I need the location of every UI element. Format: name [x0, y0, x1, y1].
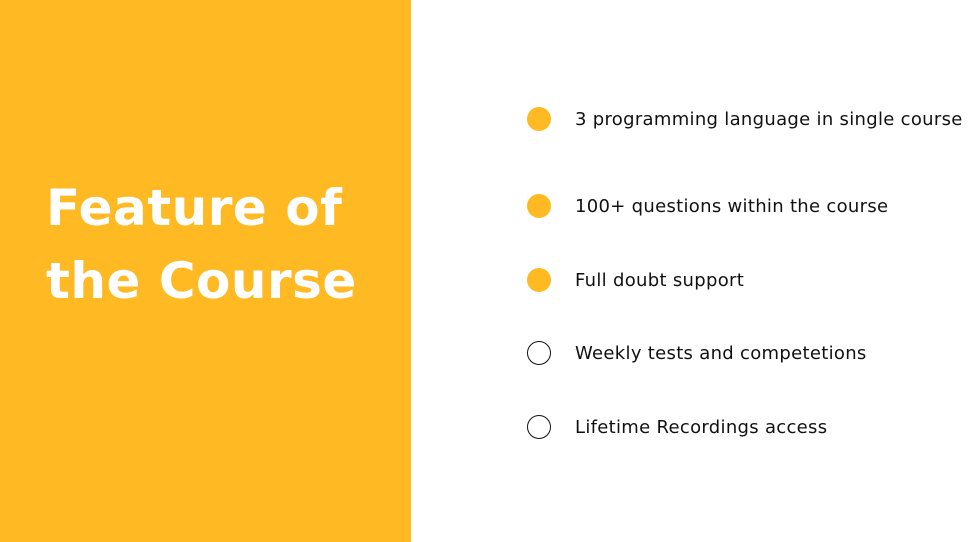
hollow-circle-bullet-icon — [527, 415, 551, 439]
feature-text: Weekly tests and competetions — [575, 342, 867, 364]
feature-text: 100+ questions within the course — [575, 195, 889, 217]
filled-circle-bullet-icon — [527, 268, 551, 292]
title-line-2: the Course — [46, 252, 357, 310]
feature-item: Lifetime Recordings access — [527, 414, 827, 440]
title-line-1: Feature of — [46, 179, 343, 237]
feature-text: Lifetime Recordings access — [575, 416, 828, 438]
feature-text: Full doubt support — [575, 269, 745, 291]
feature-item: 100+ questions within the course — [527, 193, 888, 219]
hollow-circle-bullet-icon — [527, 341, 551, 365]
filled-circle-bullet-icon — [527, 194, 551, 218]
feature-text: 3 programming language in single course — [575, 108, 963, 130]
slide-title: Feature of the Course — [46, 172, 406, 318]
feature-item: Weekly tests and competetions — [527, 340, 867, 366]
feature-item: 3 programming language in single course — [527, 106, 963, 132]
title-panel: Feature of the Course — [0, 0, 411, 542]
filled-circle-bullet-icon — [527, 107, 551, 131]
feature-list: 3 programming language in single course … — [527, 0, 967, 542]
feature-item: Full doubt support — [527, 267, 744, 293]
slide: Feature of the Course 3 programming lang… — [0, 0, 968, 542]
